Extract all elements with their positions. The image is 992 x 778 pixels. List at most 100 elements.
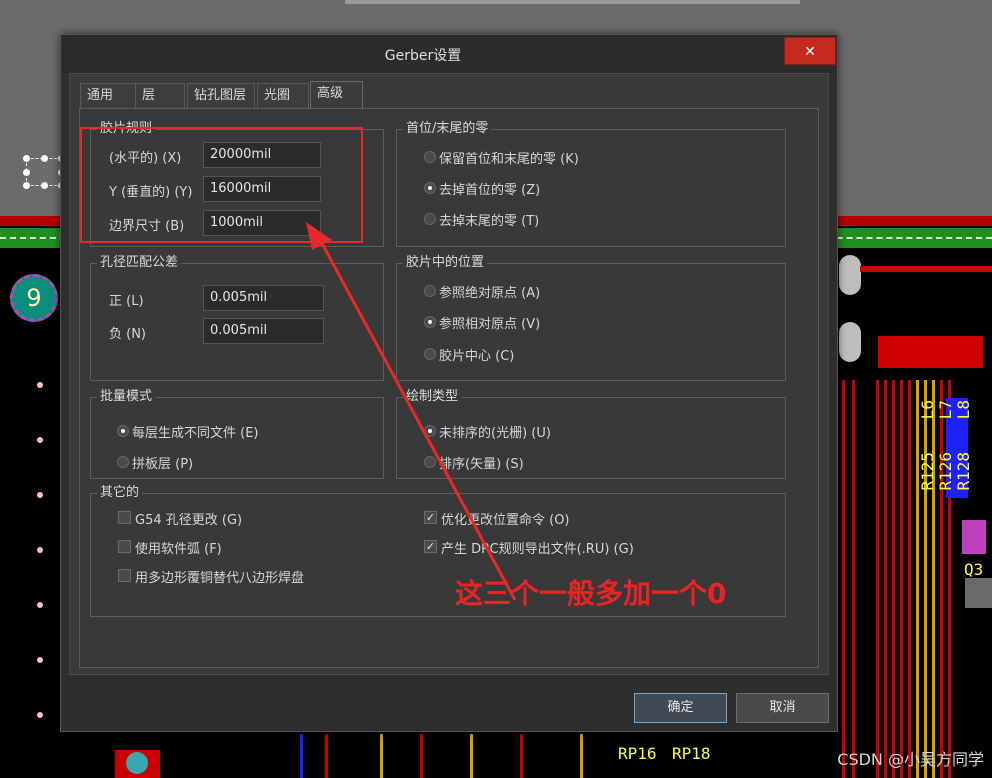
- tolerance-minus-input[interactable]: 0.005mil: [203, 318, 324, 344]
- pcb-label: L7: [936, 400, 955, 420]
- pcb-trace: [420, 734, 423, 778]
- pcb-trace: [852, 380, 855, 778]
- position-absolute-radio[interactable]: [424, 285, 436, 297]
- pcb-trace: [470, 734, 473, 778]
- optimize-position-checkbox[interactable]: ✓: [424, 511, 437, 524]
- tab-drill-drawing[interactable]: 钻孔图层: [187, 83, 255, 108]
- plotter-unsorted-radio[interactable]: [424, 425, 436, 437]
- optimize-position-label[interactable]: 优化更改位置命令 (O): [441, 509, 570, 528]
- pcb-trace: [940, 380, 943, 778]
- film-x-label: (水平的) (X): [109, 151, 182, 166]
- ok-button[interactable]: 确定: [634, 693, 727, 723]
- close-icon: ✕: [804, 44, 816, 60]
- zeros-title: 首位/末尾的零: [403, 120, 492, 138]
- plotter-type-group: 绘制类型 未排序的(光栅) (U) 排序(矢量) (S): [396, 388, 786, 479]
- drc-export-label[interactable]: 产生 DRC规则导出文件(.RU) (G): [441, 538, 634, 557]
- zeros-keep-radio[interactable]: [424, 151, 436, 163]
- batch-separate-radio[interactable]: [117, 425, 129, 437]
- pcb-trace: [300, 734, 303, 778]
- position-absolute-label[interactable]: 参照绝对原点 (A): [439, 282, 540, 301]
- dialog-titlebar[interactable]: Gerber设置 ✕: [61, 35, 837, 73]
- pcb-trace: [908, 380, 911, 778]
- position-title: 胶片中的位置: [403, 254, 488, 272]
- pcb-via: [37, 492, 43, 498]
- zeros-suppress-trailing-radio[interactable]: [424, 213, 436, 225]
- position-center-radio[interactable]: [424, 348, 436, 360]
- batch-panelize-label[interactable]: 拼板层 (P): [132, 453, 193, 472]
- pcb-trace: [325, 734, 328, 778]
- plotter-sorted-label[interactable]: 排序(矢量) (S): [439, 453, 524, 472]
- g54-label[interactable]: G54 孔径更改 (G): [135, 509, 242, 528]
- pcb-label: R125: [918, 452, 937, 491]
- position-on-film-group: 胶片中的位置 参照绝对原点 (A) 参照相对原点 (V) 胶片中心 (C): [396, 254, 786, 381]
- pcb-top-strip: [345, 0, 800, 4]
- polygon-octagon-label[interactable]: 用多边形覆铜替代八边形焊盘: [135, 567, 304, 586]
- tab-advanced[interactable]: 高级: [310, 81, 363, 108]
- tab-apertures[interactable]: 光圈: [257, 83, 309, 108]
- pcb-label: RP16: [618, 744, 657, 763]
- pcb-trace: [876, 380, 879, 778]
- aperture-tolerance-title: 孔径匹配公差: [97, 254, 182, 272]
- pcb-pad: [839, 322, 861, 362]
- zeros-suppress-trailing-label[interactable]: 去掉末尾的零 (T): [439, 210, 539, 229]
- tab-layers[interactable]: 层: [135, 83, 185, 108]
- cancel-button[interactable]: 取消: [736, 693, 829, 723]
- film-x-input[interactable]: 20000mil: [203, 142, 321, 168]
- zeros-suppress-leading-label[interactable]: 去掉首位的零 (Z): [439, 179, 540, 198]
- pcb-via: [37, 602, 43, 608]
- film-rules-group: 胶片规则 (水平的) (X) 20000mil Y (垂直的) (Y) 1600…: [90, 120, 384, 247]
- close-button[interactable]: ✕: [784, 37, 836, 65]
- pcb-trace: [860, 266, 992, 272]
- tab-general[interactable]: 通用: [80, 83, 136, 108]
- pcb-component: [965, 578, 992, 608]
- film-border-label: 边界尺寸 (B): [109, 219, 185, 234]
- drc-export-checkbox[interactable]: ✓: [424, 540, 437, 553]
- polygon-octagon-checkbox[interactable]: [118, 569, 131, 582]
- pcb-trace: [916, 380, 919, 778]
- batch-separate-label[interactable]: 每层生成不同文件 (E): [132, 422, 259, 441]
- film-rules-title: 胶片规则: [97, 120, 156, 138]
- plotter-sorted-radio[interactable]: [424, 456, 436, 468]
- g54-checkbox[interactable]: [118, 511, 131, 524]
- dialog-title: Gerber设置: [384, 48, 462, 64]
- position-relative-radio[interactable]: [424, 316, 436, 328]
- pcb-selected-component[interactable]: [23, 155, 65, 189]
- pcb-trace: [900, 380, 903, 778]
- pcb-component: [962, 520, 986, 554]
- batch-mode-group: 批量模式 每层生成不同文件 (E) 拼板层 (P): [90, 388, 384, 479]
- pcb-trace: [924, 380, 927, 778]
- plotter-unsorted-label[interactable]: 未排序的(光栅) (U): [439, 422, 551, 441]
- batch-panelize-radio[interactable]: [117, 456, 129, 468]
- pcb-label: R126: [936, 452, 955, 491]
- watermark: CSDN @小吴方同学: [837, 750, 984, 769]
- pcb-trace: [884, 380, 887, 778]
- pcb-trace: [842, 380, 845, 778]
- pcb-trace: [892, 380, 895, 778]
- film-y-input[interactable]: 16000mil: [203, 176, 321, 202]
- position-center-label[interactable]: 胶片中心 (C): [439, 345, 514, 364]
- leading-trailing-zeros-group: 首位/末尾的零 保留首位和末尾的零 (K) 去掉首位的零 (Z) 去掉末尾的零 …: [396, 120, 786, 247]
- software-arcs-label[interactable]: 使用软件弧 (F): [135, 538, 222, 557]
- tolerance-plus-label: 正 (L): [109, 294, 144, 309]
- pcb-pad-array: [878, 336, 983, 368]
- zeros-keep-label[interactable]: 保留首位和末尾的零 (K): [439, 148, 579, 167]
- film-border-input[interactable]: 1000mil: [203, 210, 321, 236]
- tolerance-minus-label: 负 (N): [109, 327, 147, 342]
- tolerance-plus-input[interactable]: 0.005mil: [203, 285, 324, 311]
- batch-mode-title: 批量模式: [97, 388, 156, 406]
- position-relative-label[interactable]: 参照相对原点 (V): [439, 313, 540, 332]
- pcb-label: L6: [918, 400, 937, 420]
- pcb-via: [37, 547, 43, 553]
- zeros-suppress-leading-radio[interactable]: [424, 182, 436, 194]
- pcb-label: L8: [954, 400, 973, 420]
- gerber-settings-dialog: Gerber设置 ✕ 通用 层 钻孔图层 光圈 高级 胶片规则 (水平的) (X…: [60, 34, 838, 732]
- pcb-trace: [932, 380, 935, 778]
- pcb-pad: [839, 255, 861, 295]
- plotter-type-title: 绘制类型: [403, 388, 462, 406]
- software-arcs-checkbox[interactable]: [118, 540, 131, 553]
- other-options-title: 其它的: [97, 484, 143, 502]
- annotation-text: 这三个一般多加一个0: [455, 577, 727, 610]
- pcb-pad-9[interactable]: 9: [10, 274, 58, 322]
- pcb-pad: [126, 752, 148, 774]
- pcb-via: [37, 712, 43, 718]
